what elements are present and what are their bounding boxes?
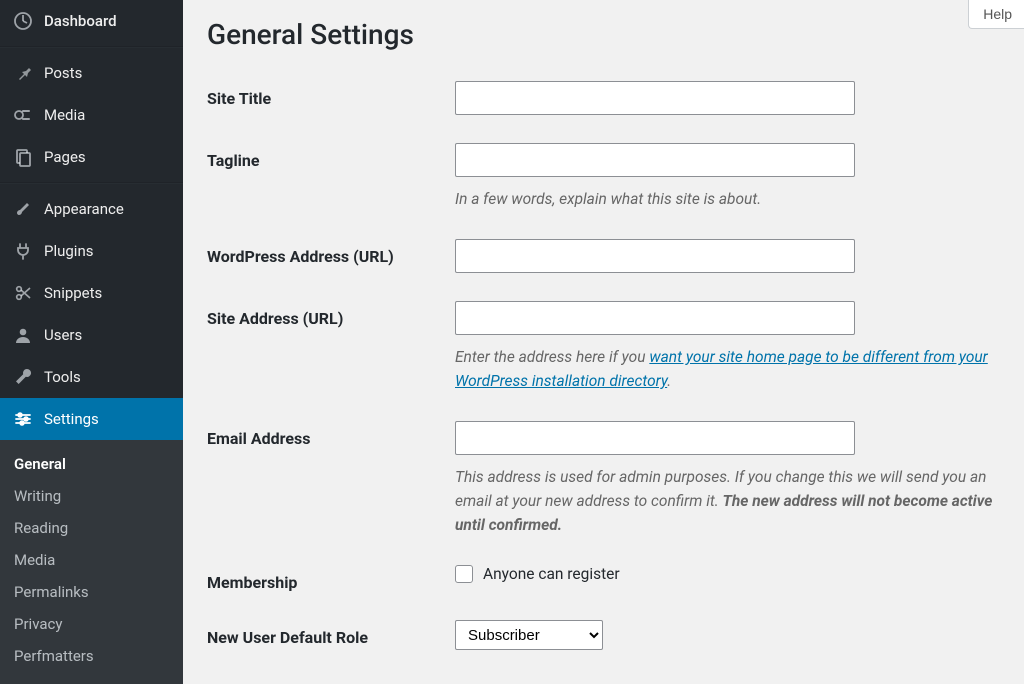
help-button[interactable]: Help — [968, 0, 1024, 29]
brush-icon — [12, 198, 34, 220]
admin-sidebar: Dashboard Posts Media Pages — [0, 0, 183, 682]
sidebar-label: Snippets — [44, 284, 102, 302]
page-title: General Settings — [207, 18, 1024, 51]
wrench-icon — [12, 366, 34, 388]
sidebar-item-posts[interactable]: Posts — [0, 52, 183, 94]
label-email: Email Address — [207, 421, 455, 448]
checkbox-label: Anyone can register — [483, 565, 620, 583]
pin-icon — [12, 62, 34, 84]
sliders-icon — [12, 408, 34, 430]
input-site-url[interactable] — [455, 301, 855, 335]
input-tagline[interactable] — [455, 143, 855, 177]
plug-icon — [12, 240, 34, 262]
sidebar-item-dashboard[interactable]: Dashboard — [0, 0, 183, 42]
sidebar-separator — [0, 46, 183, 48]
submenu-item-writing[interactable]: Writing — [0, 480, 183, 512]
settings-form: Site Title Tagline In a few words, expla… — [207, 81, 1024, 650]
row-site-url: Site Address (URL) Enter the address her… — [207, 301, 1024, 393]
input-wp-url[interactable] — [455, 239, 855, 273]
label-site-url: Site Address (URL) — [207, 301, 455, 328]
sidebar-item-tools[interactable]: Tools — [0, 356, 183, 398]
sidebar-item-plugins[interactable]: Plugins — [0, 230, 183, 272]
sidebar-item-settings[interactable]: Settings — [0, 398, 183, 440]
sidebar-item-media[interactable]: Media — [0, 94, 183, 136]
desc-email: This address is used for admin purposes.… — [455, 465, 1024, 537]
desc-site-url: Enter the address here if you want your … — [455, 345, 1024, 393]
sidebar-label: Users — [44, 326, 82, 344]
row-email: Email Address This address is used for a… — [207, 421, 1024, 537]
media-icon — [12, 104, 34, 126]
submenu-item-general[interactable]: General — [0, 448, 183, 480]
sidebar-label: Appearance — [44, 200, 124, 218]
row-site-title: Site Title — [207, 81, 1024, 115]
submenu-item-reading[interactable]: Reading — [0, 512, 183, 544]
row-tagline: Tagline In a few words, explain what thi… — [207, 143, 1024, 211]
checkbox-anyone-can-register[interactable] — [455, 565, 473, 583]
sidebar-item-appearance[interactable]: Appearance — [0, 188, 183, 230]
row-wp-url: WordPress Address (URL) — [207, 239, 1024, 273]
user-icon — [12, 324, 34, 346]
label-tagline: Tagline — [207, 143, 455, 170]
submenu-item-perfmatters[interactable]: Perfmatters — [0, 640, 183, 672]
label-membership: Membership — [207, 565, 455, 592]
submenu-item-privacy[interactable]: Privacy — [0, 608, 183, 640]
pages-icon — [12, 146, 34, 168]
input-email[interactable] — [455, 421, 855, 455]
sidebar-label: Media — [44, 106, 85, 124]
sidebar-separator — [0, 182, 183, 184]
dashboard-icon — [12, 10, 34, 32]
scissors-icon — [12, 282, 34, 304]
checkbox-anyone-can-register-wrapper[interactable]: Anyone can register — [455, 565, 1024, 583]
sidebar-item-pages[interactable]: Pages — [0, 136, 183, 178]
sidebar-item-users[interactable]: Users — [0, 314, 183, 356]
input-site-title[interactable] — [455, 81, 855, 115]
sidebar-item-snippets[interactable]: Snippets — [0, 272, 183, 314]
label-default-role: New User Default Role — [207, 620, 455, 647]
submenu-item-media[interactable]: Media — [0, 544, 183, 576]
sidebar-label: Settings — [44, 410, 99, 428]
row-default-role: New User Default Role Subscriber — [207, 620, 1024, 650]
sidebar-label: Plugins — [44, 242, 93, 260]
settings-page: Help General Settings Site Title Tagline… — [183, 0, 1024, 682]
sidebar-label: Dashboard — [44, 12, 117, 30]
label-site-title: Site Title — [207, 81, 455, 108]
sidebar-label: Posts — [44, 64, 82, 82]
desc-tagline: In a few words, explain what this site i… — [455, 187, 1024, 211]
label-wp-url: WordPress Address (URL) — [207, 239, 455, 266]
submenu-item-permalinks[interactable]: Permalinks — [0, 576, 183, 608]
sidebar-label: Pages — [44, 148, 86, 166]
row-membership: Membership Anyone can register — [207, 565, 1024, 592]
select-default-role[interactable]: Subscriber — [455, 620, 603, 650]
settings-submenu: General Writing Reading Media Permalinks… — [0, 440, 183, 684]
sidebar-label: Tools — [44, 368, 81, 386]
